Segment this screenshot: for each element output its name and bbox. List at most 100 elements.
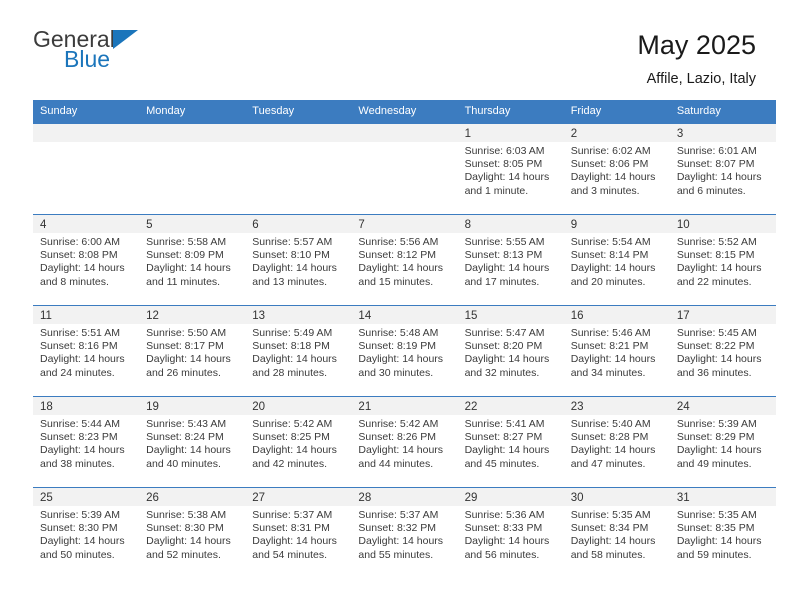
day-number: 23 — [563, 397, 670, 415]
calendar-day-cell[interactable]: 22 Sunrise: 5:41 AM Sunset: 8:27 PM Dayligh… — [457, 396, 564, 488]
calendar-day-cell[interactable]: 8 Sunrise: 5:55 AM Sunset: 8:13 PM Daylight… — [457, 214, 564, 306]
day-number: 13 — [245, 306, 352, 324]
day-cell-inner: 14 Sunrise: 5:48 AM Sunset: 8:19 PM Dayligh… — [351, 306, 458, 396]
calendar-day-cell[interactable]: 19 Sunrise: 5:43 AM Sunset: 8:24 PM Dayligh… — [139, 396, 246, 488]
calendar-week-row: 1 Sunrise: 6:03 AM Sunset: 8:05 PM Daylight… — [33, 123, 776, 215]
calendar-week-row: 25 Sunrise: 5:39 AM Sunset: 8:30 PM Dayligh… — [33, 487, 776, 579]
calendar-day-cell[interactable]: 7 Sunrise: 5:56 AM Sunset: 8:12 PM Daylight… — [351, 214, 458, 306]
calendar-day-cell[interactable]: 15 Sunrise: 5:47 AM Sunset: 8:20 PM Dayligh… — [457, 305, 564, 397]
day-sun-info: Sunrise: 5:44 AM Sunset: 8:23 PM Daylight:… — [33, 415, 139, 471]
calendar-day-cell[interactable]: 20 Sunrise: 5:42 AM Sunset: 8:25 PM Dayligh… — [245, 396, 352, 488]
sunrise-text: Sunrise: 5:47 AM — [464, 327, 545, 339]
calendar-day-cell[interactable]: 5 Sunrise: 5:58 AM Sunset: 8:09 PM Daylight… — [139, 214, 246, 306]
day-sun-info: Sunrise: 5:35 AM Sunset: 8:34 PM Daylight:… — [564, 506, 670, 562]
day-cell-inner: 17 Sunrise: 5:45 AM Sunset: 8:22 PM Dayligh… — [669, 306, 776, 396]
sunrise-text: Sunrise: 6:00 AM — [40, 236, 120, 248]
sunset-text: Sunset: 8:31 PM — [252, 522, 330, 535]
sunrise-text: Sunrise: 6:02 AM — [570, 145, 651, 157]
day-number — [33, 124, 140, 142]
daylight-text: Daylight: 14 hours and 20 minutes. — [570, 262, 656, 288]
sunrise-text: Sunrise: 5:35 AM — [676, 509, 757, 521]
day-sun-info: Sunrise: 5:37 AM Sunset: 8:32 PM Daylight:… — [351, 506, 457, 562]
weekday-header-saturday: Saturday — [669, 100, 776, 124]
daylight-text: Daylight: 14 hours and 34 minutes. — [570, 353, 656, 379]
calendar-day-cell[interactable]: 29 Sunrise: 5:36 AM Sunset: 8:33 PM Dayligh… — [457, 487, 564, 579]
daylight-text: Daylight: 14 hours and 15 minutes. — [358, 262, 444, 288]
day-number: 5 — [139, 215, 246, 233]
day-number: 24 — [669, 397, 776, 415]
calendar-day-cell[interactable]: 28 Sunrise: 5:37 AM Sunset: 8:32 PM Dayligh… — [351, 487, 458, 579]
day-number: 28 — [351, 488, 458, 506]
day-sun-info: Sunrise: 5:58 AM Sunset: 8:09 PM Daylight:… — [139, 233, 245, 289]
daylight-text: Daylight: 14 hours and 52 minutes. — [146, 535, 231, 561]
calendar-day-cell[interactable]: 4 Sunrise: 6:00 AM Sunset: 8:08 PM Daylight… — [33, 214, 140, 306]
day-sun-info: Sunrise: 5:39 AM Sunset: 8:30 PM Daylight:… — [33, 506, 139, 562]
calendar-day-cell[interactable]: 17 Sunrise: 5:45 AM Sunset: 8:22 PM Dayligh… — [669, 305, 776, 397]
calendar-day-cell[interactable]: 12 Sunrise: 5:50 AM Sunset: 8:17 PM Dayligh… — [139, 305, 246, 397]
sunrise-text: Sunrise: 5:38 AM — [146, 509, 227, 521]
day-sun-info: Sunrise: 5:48 AM Sunset: 8:19 PM Daylight:… — [351, 324, 457, 380]
calendar-day-cell[interactable]: 31 Sunrise: 5:35 AM Sunset: 8:35 PM Dayligh… — [669, 487, 776, 579]
daylight-text: Daylight: 14 hours and 40 minutes. — [146, 444, 231, 470]
day-number: 26 — [139, 488, 246, 506]
calendar-day-cell[interactable]: 1 Sunrise: 6:03 AM Sunset: 8:05 PM Daylight… — [457, 123, 564, 215]
day-number: 25 — [33, 488, 140, 506]
general-blue-logo[interactable]: General Blue — [33, 28, 138, 71]
day-cell-inner — [245, 124, 352, 214]
sunrise-text: Sunrise: 5:49 AM — [252, 327, 333, 339]
day-cell-inner: 6 Sunrise: 5:57 AM Sunset: 8:10 PM Daylight… — [245, 215, 352, 305]
day-number: 15 — [457, 306, 564, 324]
sunset-text: Sunset: 8:17 PM — [146, 340, 224, 353]
day-cell-inner: 11 Sunrise: 5:51 AM Sunset: 8:16 PM Dayligh… — [33, 306, 140, 396]
sunrise-text: Sunrise: 5:56 AM — [358, 236, 439, 248]
calendar-day-cell[interactable]: 18 Sunrise: 5:44 AM Sunset: 8:23 PM Dayligh… — [33, 396, 140, 488]
calendar-day-cell[interactable]: 3 Sunrise: 6:01 AM Sunset: 8:07 PM Daylight… — [669, 123, 776, 215]
daylight-text: Daylight: 14 hours and 54 minutes. — [252, 535, 337, 561]
sunset-text: Sunset: 8:15 PM — [676, 249, 755, 262]
day-cell-inner: 8 Sunrise: 5:55 AM Sunset: 8:13 PM Daylight… — [457, 215, 564, 305]
calendar-day-cell[interactable]: 24 Sunrise: 5:39 AM Sunset: 8:29 PM Dayligh… — [669, 396, 776, 488]
calendar-day-cell[interactable]: 30 Sunrise: 5:35 AM Sunset: 8:34 PM Dayligh… — [563, 487, 670, 579]
daylight-text: Daylight: 14 hours and 17 minutes. — [464, 262, 550, 288]
calendar-header-row: Sunday Monday Tuesday Wednesday Thursday Frid… — [33, 100, 776, 124]
daylight-text: Daylight: 14 hours and 3 minutes. — [570, 171, 656, 197]
calendar-day-cell[interactable]: 27 Sunrise: 5:37 AM Sunset: 8:31 PM Dayligh… — [245, 487, 352, 579]
day-cell-inner: 29 Sunrise: 5:36 AM Sunset: 8:33 PM Dayligh… — [457, 488, 564, 579]
sunset-text: Sunset: 8:05 PM — [464, 158, 543, 171]
calendar-day-cell[interactable]: 9 Sunrise: 5:54 AM Sunset: 8:14 PM Daylight… — [563, 214, 670, 306]
day-number: 31 — [669, 488, 776, 506]
day-sun-info: Sunrise: 5:40 AM Sunset: 8:28 PM Daylight:… — [564, 415, 670, 471]
sunrise-text: Sunrise: 5:35 AM — [570, 509, 651, 521]
calendar-day-cell[interactable]: 2 Sunrise: 6:02 AM Sunset: 8:06 PM Daylight… — [563, 123, 670, 215]
day-cell-inner: 19 Sunrise: 5:43 AM Sunset: 8:24 PM Dayligh… — [139, 397, 246, 487]
calendar-day-cell[interactable]: 13 Sunrise: 5:49 AM Sunset: 8:18 PM Dayligh… — [245, 305, 352, 397]
calendar-day-cell[interactable]: 11 Sunrise: 5:51 AM Sunset: 8:16 PM Dayligh… — [33, 305, 140, 397]
page-subtitle-location: Affile, Lazio, Italy — [646, 70, 756, 87]
day-sun-info: Sunrise: 6:01 AM Sunset: 8:07 PM Daylight:… — [670, 142, 776, 198]
daylight-text: Daylight: 14 hours and 49 minutes. — [676, 444, 762, 470]
daylight-text: Daylight: 14 hours and 8 minutes. — [40, 262, 125, 288]
calendar-day-cell[interactable]: 10 Sunrise: 5:52 AM Sunset: 8:15 PM Dayligh… — [669, 214, 776, 306]
daylight-text: Daylight: 14 hours and 1 minute. — [464, 171, 550, 197]
sunset-text: Sunset: 8:33 PM — [464, 522, 543, 535]
calendar-week-row: 18 Sunrise: 5:44 AM Sunset: 8:23 PM Dayligh… — [33, 396, 776, 488]
calendar-day-cell[interactable]: 21 Sunrise: 5:42 AM Sunset: 8:26 PM Dayligh… — [351, 396, 458, 488]
sunset-text: Sunset: 8:16 PM — [40, 340, 118, 353]
calendar-day-cell[interactable]: 23 Sunrise: 5:40 AM Sunset: 8:28 PM Dayligh… — [563, 396, 670, 488]
sunrise-sunset-calendar: Sunday Monday Tuesday Wednesday Thursday Frid… — [33, 100, 776, 579]
sunset-text: Sunset: 8:25 PM — [252, 431, 330, 444]
logo-text-blue: Blue — [64, 46, 111, 72]
day-cell-inner: 27 Sunrise: 5:37 AM Sunset: 8:31 PM Dayligh… — [245, 488, 352, 579]
calendar-day-cell[interactable]: 14 Sunrise: 5:48 AM Sunset: 8:19 PM Dayligh… — [351, 305, 458, 397]
day-cell-inner: 1 Sunrise: 6:03 AM Sunset: 8:05 PM Daylight… — [457, 124, 564, 214]
weekday-header-friday: Friday — [563, 100, 670, 124]
daylight-text: Daylight: 14 hours and 30 minutes. — [358, 353, 444, 379]
day-cell-inner: 20 Sunrise: 5:42 AM Sunset: 8:25 PM Dayligh… — [245, 397, 352, 487]
calendar-day-cell[interactable]: 26 Sunrise: 5:38 AM Sunset: 8:30 PM Dayligh… — [139, 487, 246, 579]
calendar-day-cell[interactable]: 16 Sunrise: 5:46 AM Sunset: 8:21 PM Dayligh… — [563, 305, 670, 397]
calendar-day-cell[interactable]: 25 Sunrise: 5:39 AM Sunset: 8:30 PM Dayligh… — [33, 487, 140, 579]
title-block: May 2025 Affile, Lazio, Italy — [637, 28, 756, 87]
daylight-text: Daylight: 14 hours and 50 minutes. — [40, 535, 125, 561]
sunrise-text: Sunrise: 5:43 AM — [146, 418, 227, 430]
calendar-day-cell[interactable]: 6 Sunrise: 5:57 AM Sunset: 8:10 PM Daylight… — [245, 214, 352, 306]
